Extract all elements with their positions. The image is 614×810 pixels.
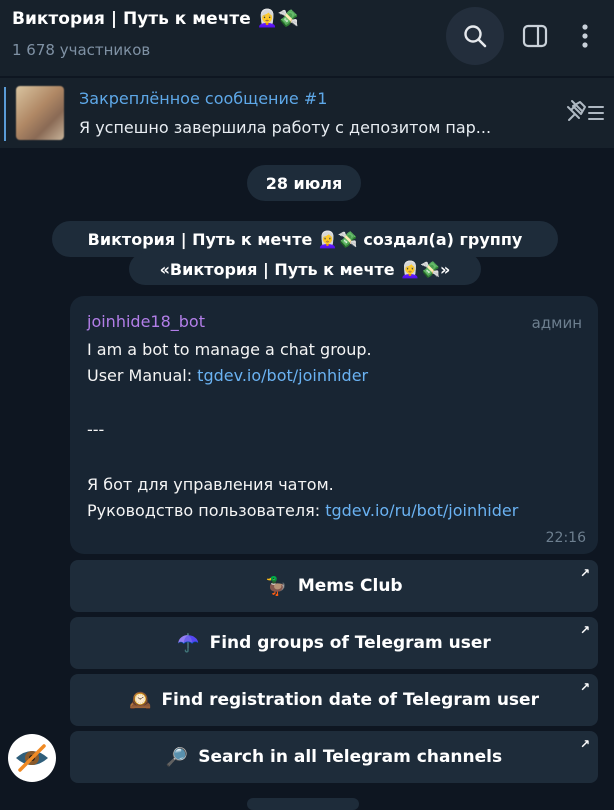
pinned-message-bar[interactable]: Закреплённое сообщение #1 Я успешно заве… <box>0 78 614 148</box>
admin-badge: админ <box>531 314 582 332</box>
service-message-line-2: «Виктория | Путь к мечте 👩‍🦳💸» <box>129 253 481 285</box>
sender-name[interactable]: joinhide18_bot <box>87 312 205 331</box>
pinned-preview: Я успешно завершила работу с депозитом п… <box>79 118 492 137</box>
member-count: 1 678 участников <box>12 41 151 59</box>
pin-list-icon[interactable] <box>563 96 607 126</box>
more-button[interactable] <box>570 18 600 54</box>
pinned-indicator <box>4 87 6 141</box>
message-text: User Manual: <box>87 366 198 385</box>
external-link-icon: ↗ <box>579 623 590 637</box>
pinned-thumbnail <box>16 86 64 140</box>
message-time: 22:16 <box>545 530 586 546</box>
manual-link-ru[interactable]: tgdev.io/ru/bot/joinhider <box>325 501 518 520</box>
clock-icon: 🕰️ <box>129 689 152 711</box>
find-registration-date-button[interactable]: 🕰️ Find registration date of Telegram us… <box>70 674 598 726</box>
button-label: Find registration date of Telegram user <box>161 690 539 710</box>
search-button[interactable] <box>446 7 504 65</box>
search-icon <box>464 25 487 48</box>
date-separator: 28 июля <box>247 165 361 201</box>
chat-title[interactable]: Виктория | Путь к мечте 👩‍🦳💸 <box>12 9 299 29</box>
external-link-icon: ↗ <box>579 737 590 751</box>
message-text-line: Руководство пользователя: tgdev.io/ru/bo… <box>87 501 518 520</box>
sidebar-toggle-icon <box>522 24 548 48</box>
external-link-icon: ↗ <box>579 680 590 694</box>
message-separator: --- <box>87 420 105 439</box>
duck-icon: 🦆 <box>265 575 288 597</box>
search-channels-button[interactable]: 🔎 Search in all Telegram channels ↗ <box>70 731 598 783</box>
next-date-separator <box>247 798 359 810</box>
service-message-line-1: Виктория | Путь к мечте 👩‍🦳💸 создал(а) г… <box>52 221 558 257</box>
message-text-line: User Manual: tgdev.io/bot/joinhider <box>87 366 368 385</box>
find-groups-button[interactable]: ☂️ Find groups of Telegram user ↗ <box>70 617 598 669</box>
bot-avatar[interactable] <box>8 734 56 782</box>
button-label: Find groups of Telegram user <box>209 633 491 653</box>
chat-header: Виктория | Путь к мечте 👩‍🦳💸 1 678 участ… <box>0 0 614 76</box>
magnifier-icon: 🔎 <box>165 746 189 768</box>
umbrella-icon: ☂️ <box>177 632 200 654</box>
message-bubble[interactable]: joinhide18_bot админ I am a bot to manag… <box>70 296 598 554</box>
more-vertical-icon <box>582 24 588 48</box>
message-text: Руководство пользователя: <box>87 501 326 520</box>
message-text-line: I am a bot to manage a chat group. <box>87 340 372 359</box>
button-label: Search in all Telegram channels <box>198 747 503 767</box>
sidebar-toggle-button[interactable] <box>515 18 555 54</box>
pinned-title: Закреплённое сообщение #1 <box>79 89 328 108</box>
message-text-line: Я бот для управления чатом. <box>87 475 334 494</box>
mems-club-button[interactable]: 🦆 Mems Club ↗ <box>70 560 598 612</box>
manual-link-en[interactable]: tgdev.io/bot/joinhider <box>197 366 368 385</box>
hidden-eye-icon <box>16 744 48 772</box>
button-label: Mems Club <box>297 576 403 596</box>
external-link-icon: ↗ <box>579 566 590 580</box>
